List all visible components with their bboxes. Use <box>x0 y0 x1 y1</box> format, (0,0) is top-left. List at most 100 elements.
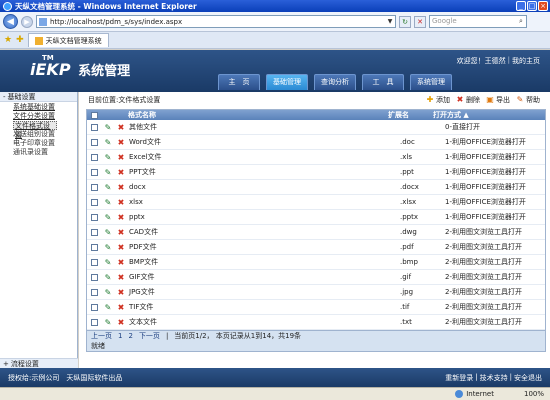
delete-row-icon[interactable]: ✖ <box>115 288 127 297</box>
table-row[interactable]: ✎ ✖ GIF文件 .gif 2-利用图文浏览工具打开 <box>87 270 545 285</box>
sidebar-item-file-format[interactable]: 文件格式设置 <box>13 121 57 139</box>
search-icon[interactable]: ⌕ <box>516 16 526 27</box>
row-checkbox[interactable] <box>90 288 98 296</box>
sidebar-item-file-category[interactable]: 文件分类设置 <box>13 112 77 121</box>
delete-row-icon[interactable]: ✖ <box>115 318 127 327</box>
sidebar-item-system-basic[interactable]: 系统基础设置 <box>13 103 77 112</box>
row-checkbox[interactable] <box>90 138 98 146</box>
edit-icon[interactable]: ✎ <box>101 213 115 222</box>
delete-row-icon[interactable]: ✖ <box>115 243 127 252</box>
export-button[interactable]: ▣ 导出 <box>486 95 510 105</box>
select-all-checkbox[interactable] <box>90 111 98 119</box>
page-1-link[interactable]: 1 <box>118 332 122 340</box>
edit-icon[interactable]: ✎ <box>101 123 115 132</box>
sidebar-item-send-group[interactable]: 发送组别设置 <box>13 130 77 139</box>
page-2-link[interactable]: 2 <box>128 332 132 340</box>
collapse-icon[interactable]: - <box>3 92 6 101</box>
delete-row-icon[interactable]: ✖ <box>115 303 127 312</box>
sidebar-section-workflow[interactable]: + 流程设置 <box>0 358 78 368</box>
row-checkbox[interactable] <box>90 198 98 206</box>
my-home-link[interactable]: 我的主页 <box>512 56 540 66</box>
table-row[interactable]: ✎ ✖ 文本文件 .txt 2-利用图文浏览工具打开 <box>87 315 545 330</box>
nav-tab-basic[interactable]: 基础管理 <box>266 74 308 90</box>
favorites-star-icon[interactable]: ★ <box>4 35 12 45</box>
delete-row-icon[interactable]: ✖ <box>115 228 127 237</box>
edit-icon[interactable]: ✎ <box>101 258 115 267</box>
table-row[interactable]: ✎ ✖ pptx .pptx 1-利用OFFICE浏览器打开 <box>87 210 545 225</box>
help-button[interactable]: ✎ 帮助 <box>516 95 540 105</box>
edit-icon[interactable]: ✎ <box>101 318 115 327</box>
row-checkbox[interactable] <box>90 123 98 131</box>
delete-row-icon[interactable]: ✖ <box>115 213 127 222</box>
edit-icon[interactable]: ✎ <box>101 273 115 282</box>
edit-icon[interactable]: ✎ <box>101 138 115 147</box>
row-checkbox[interactable] <box>90 228 98 236</box>
delete-row-icon[interactable]: ✖ <box>115 183 127 192</box>
logout-link[interactable]: 安全退出 <box>514 373 542 383</box>
table-row[interactable]: ✎ ✖ BMP文件 .bmp 2-利用图文浏览工具打开 <box>87 255 545 270</box>
relogin-link[interactable]: 重新登录 <box>445 373 473 383</box>
sidebar-item-e-seal[interactable]: 电子印章设置 <box>13 139 77 148</box>
table-row[interactable]: ✎ ✖ JPG文件 .jpg 2-利用图文浏览工具打开 <box>87 285 545 300</box>
search-input[interactable]: Google ⌕ <box>429 15 527 28</box>
support-link[interactable]: 技术支持 <box>480 373 508 383</box>
back-button[interactable]: ◀ <box>3 14 18 29</box>
delete-row-icon[interactable]: ✖ <box>115 198 127 207</box>
refresh-icon[interactable]: ↻ <box>399 15 411 28</box>
expand-icon[interactable]: + <box>3 359 9 368</box>
row-checkbox[interactable] <box>90 303 98 311</box>
table-row[interactable]: ✎ ✖ Excel文件 .xls 1-利用OFFICE浏览器打开 <box>87 150 545 165</box>
url-input[interactable]: http://localhost/pdm_s/sys/index.aspx ▼ <box>36 15 396 28</box>
row-checkbox[interactable] <box>90 183 98 191</box>
table-row[interactable]: ✎ ✖ CAD文件 .dwg 2-利用图文浏览工具打开 <box>87 225 545 240</box>
forward-button[interactable]: ▶ <box>21 15 33 28</box>
edit-icon[interactable]: ✎ <box>101 228 115 237</box>
row-checkbox[interactable] <box>90 243 98 251</box>
browser-tab[interactable]: 天纵文档管理系统 <box>27 33 109 47</box>
minimize-button[interactable]: _ <box>516 1 526 11</box>
edit-icon[interactable]: ✎ <box>101 243 115 252</box>
sidebar-item-contacts[interactable]: 通讯录设置 <box>13 148 77 157</box>
column-header-name[interactable]: 格式名称 <box>115 110 388 120</box>
delete-row-icon[interactable]: ✖ <box>115 168 127 177</box>
edit-icon[interactable]: ✎ <box>101 288 115 297</box>
edit-icon[interactable]: ✎ <box>101 303 115 312</box>
table-row[interactable]: ✎ ✖ TIF文件 .tif 2-利用图文浏览工具打开 <box>87 300 545 315</box>
nav-tab-system[interactable]: 系统管理 <box>410 74 452 90</box>
row-checkbox[interactable] <box>90 318 98 326</box>
delete-button[interactable]: ✖ 删除 <box>456 95 480 105</box>
table-row[interactable]: ✎ ✖ docx .docx 1-利用OFFICE浏览器打开 <box>87 180 545 195</box>
edit-icon[interactable]: ✎ <box>101 198 115 207</box>
table-row[interactable]: ✎ ✖ PDF文件 .pdf 2-利用图文浏览工具打开 <box>87 240 545 255</box>
zoom-level[interactable]: 100% <box>524 390 544 398</box>
sidebar-section-basic[interactable]: - 基础设置 <box>0 92 77 102</box>
add-button[interactable]: ✚ 添加 <box>426 95 450 105</box>
table-row[interactable]: ✎ ✖ PPT文件 .ppt 1-利用OFFICE浏览器打开 <box>87 165 545 180</box>
row-checkbox[interactable] <box>90 213 98 221</box>
chevron-down-icon[interactable]: ▼ <box>385 18 395 25</box>
row-checkbox[interactable] <box>90 273 98 281</box>
edit-icon[interactable]: ✎ <box>101 183 115 192</box>
row-checkbox[interactable] <box>90 168 98 176</box>
column-header-ext[interactable]: 扩展名 <box>388 110 433 120</box>
delete-row-icon[interactable]: ✖ <box>115 273 127 282</box>
table-row[interactable]: ✎ ✖ Word文件 .doc 1-利用OFFICE浏览器打开 <box>87 135 545 150</box>
prev-page-link[interactable]: 上一页 <box>91 331 112 341</box>
table-row[interactable]: ✎ ✖ xlsx .xlsx 1-利用OFFICE浏览器打开 <box>87 195 545 210</box>
row-checkbox[interactable] <box>90 153 98 161</box>
delete-row-icon[interactable]: ✖ <box>115 153 127 162</box>
edit-icon[interactable]: ✎ <box>101 153 115 162</box>
nav-tab-query[interactable]: 查询分析 <box>314 74 356 90</box>
next-page-link[interactable]: 下一页 <box>139 331 160 341</box>
maximize-button[interactable]: □ <box>527 1 537 11</box>
row-checkbox[interactable] <box>90 258 98 266</box>
delete-row-icon[interactable]: ✖ <box>115 138 127 147</box>
nav-tab-home[interactable]: 主 页 <box>218 74 260 90</box>
stop-icon[interactable]: ✕ <box>414 15 426 28</box>
add-favorite-icon[interactable]: ✚ <box>16 35 24 45</box>
table-row[interactable]: ✎ ✖ 其他文件 0-直接打开 <box>87 120 545 135</box>
delete-row-icon[interactable]: ✖ <box>115 123 127 132</box>
close-button[interactable]: × <box>538 1 548 11</box>
nav-tab-tools[interactable]: 工 具 <box>362 74 404 90</box>
delete-row-icon[interactable]: ✖ <box>115 258 127 267</box>
